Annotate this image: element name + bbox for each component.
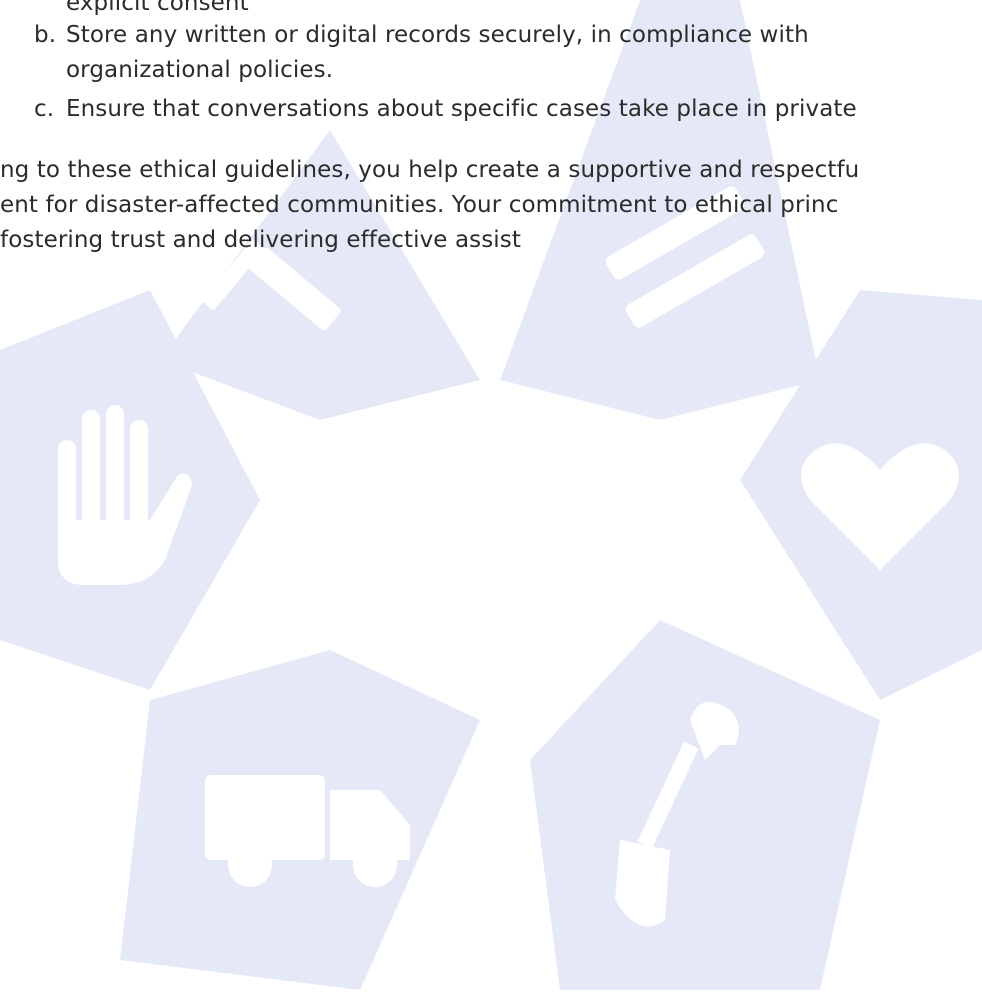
list-item-a-continuation: explicit consent <box>66 0 249 16</box>
paragraph-line-2: ent for disaster-affected communities. Y… <box>0 192 839 218</box>
paragraph-line-1: ng to these ethical guidelines, you help… <box>0 157 860 183</box>
paragraph-line-3: fostering trust and delivering effective… <box>0 227 521 253</box>
list-marker-b: b. <box>34 22 57 48</box>
list-item-b-line-1: Store any written or digital records sec… <box>66 22 809 48</box>
list-marker-c: c. <box>34 96 55 122</box>
list-item-c-line-1: Ensure that conversations about specific… <box>66 96 857 122</box>
document-text: explicit consent b. Store any written or… <box>0 0 982 993</box>
document-page: explicit consent b. Store any written or… <box>0 0 982 993</box>
list-item-b-line-2: organizational policies. <box>66 57 334 83</box>
